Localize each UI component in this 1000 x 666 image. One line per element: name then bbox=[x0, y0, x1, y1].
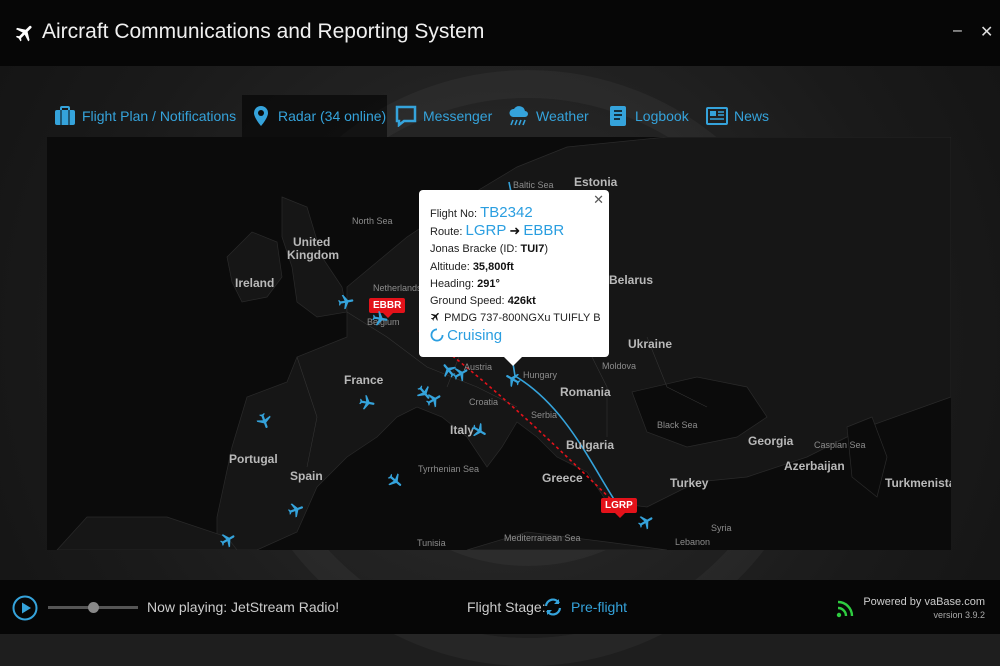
label-tunisia: Tunisia bbox=[417, 538, 446, 548]
label-romania: Romania bbox=[560, 385, 611, 399]
pilot-id: TUI7 bbox=[520, 243, 545, 255]
label-turkmenistan: Turkmenista bbox=[885, 476, 951, 490]
tab-label: Logbook bbox=[635, 108, 689, 124]
signal-icon bbox=[836, 600, 854, 618]
aircraft-icon[interactable] bbox=[637, 513, 655, 531]
aircraft-icon[interactable] bbox=[452, 365, 470, 383]
powered-by-text[interactable]: Powered by vaBase.com bbox=[863, 596, 985, 608]
label-north-sea: North Sea bbox=[352, 216, 393, 226]
volume-slider[interactable] bbox=[48, 602, 138, 613]
route-from: LGRP bbox=[465, 222, 507, 239]
route-label: Route: bbox=[430, 226, 463, 238]
label-estonia: Estonia bbox=[574, 175, 618, 189]
tab-label: Messenger bbox=[423, 108, 493, 124]
label-hungary: Hungary bbox=[523, 370, 558, 380]
aircraft-icon[interactable] bbox=[386, 472, 404, 490]
label-france: France bbox=[344, 373, 384, 387]
label-ireland: Ireland bbox=[235, 276, 275, 290]
arrow-right-icon: ➜ bbox=[509, 223, 521, 238]
newspaper-icon bbox=[706, 107, 728, 125]
aircraft-icon[interactable] bbox=[287, 501, 305, 519]
cloud-rain-icon bbox=[509, 106, 528, 126]
briefcase-icon bbox=[55, 106, 75, 125]
aircraft-icon[interactable] bbox=[337, 293, 355, 311]
pilot-id-close: ) bbox=[544, 243, 548, 255]
tab-radar[interactable]: Radar (34 online) bbox=[242, 95, 387, 137]
label-black-sea: Black Sea bbox=[657, 420, 698, 430]
aircraft-icon[interactable] bbox=[255, 412, 273, 430]
flight-stage-value: Pre-flight bbox=[571, 599, 628, 615]
tab-label: News bbox=[734, 108, 770, 124]
label-syria: Syria bbox=[711, 523, 732, 533]
status-bar: Now playing: JetStream Radio! Flight Sta… bbox=[0, 580, 1000, 634]
label-moldova: Moldova bbox=[602, 361, 637, 371]
aircraft-icon[interactable] bbox=[371, 310, 389, 328]
version-text: version 3.9.2 bbox=[933, 610, 985, 620]
heading-label: Heading: bbox=[430, 278, 475, 290]
label-croatia: Croatia bbox=[469, 397, 499, 407]
window-title: Aircraft Communications and Reporting Sy… bbox=[42, 20, 485, 43]
aircraft-icon[interactable] bbox=[470, 422, 488, 440]
airport-marker-origin[interactable]: LGRP bbox=[601, 498, 637, 518]
flight-no: TB2342 bbox=[480, 204, 533, 221]
flight-no-label: Flight No: bbox=[430, 208, 478, 220]
tab-label: Flight Plan / Notifications bbox=[82, 108, 237, 124]
volume-slider-knob[interactable] bbox=[88, 602, 99, 613]
label-bulgaria: Bulgaria bbox=[566, 438, 615, 452]
label-mediterranean-sea: Mediterranean Sea bbox=[504, 533, 581, 543]
heading-value: 291° bbox=[477, 278, 500, 290]
aircraft-type: PMDG 737-800NGXu TUIFLY B bbox=[444, 312, 601, 324]
label-serbia: Serbia bbox=[531, 410, 558, 420]
label-ukraine: Ukraine bbox=[628, 337, 673, 351]
refresh-icon bbox=[544, 598, 562, 616]
flight-status: Cruising bbox=[447, 327, 503, 344]
label-portugal: Portugal bbox=[229, 452, 278, 466]
label-uk-1: United bbox=[293, 235, 331, 249]
label-netherlands: Netherlands bbox=[373, 283, 422, 293]
ground-speed-value: 426kt bbox=[507, 295, 536, 307]
tab-bar: Flight Plan / Notifications Radar (34 on… bbox=[46, 95, 956, 137]
flight-stage-label: Flight Stage: bbox=[467, 599, 546, 615]
route-to: EBBR bbox=[523, 222, 565, 239]
loading-spinner-icon bbox=[430, 328, 444, 342]
tab-flight-plan[interactable]: Flight Plan / Notifications bbox=[54, 95, 236, 137]
map-pin-icon bbox=[254, 106, 268, 126]
now-playing-text: Now playing: JetStream Radio! bbox=[147, 599, 340, 615]
label-uk-2: Kingdom bbox=[287, 248, 339, 262]
tab-weather[interactable]: Weather bbox=[508, 95, 589, 137]
pilot-name: Jonas Bracke (ID: bbox=[430, 243, 521, 255]
label-tyrrhenian-sea: Tyrrhenian Sea bbox=[418, 464, 480, 474]
altitude-label: Altitude: bbox=[430, 261, 470, 273]
chat-bubble-icon bbox=[395, 105, 417, 127]
label-turkey: Turkey bbox=[670, 476, 709, 490]
label-baltic-sea: Baltic Sea bbox=[513, 180, 554, 190]
label-greece: Greece bbox=[542, 471, 583, 485]
aircraft-icon[interactable] bbox=[219, 531, 237, 549]
label-georgia: Georgia bbox=[748, 434, 794, 448]
flight-info-popup: ✕ Flight No: TB2342 Route: LGRP ➜ EBBR J… bbox=[419, 190, 609, 366]
label-spain: Spain bbox=[290, 469, 323, 483]
airplane-icon bbox=[15, 25, 32, 42]
tab-news[interactable]: News bbox=[706, 95, 769, 137]
airplane-icon bbox=[430, 312, 439, 321]
book-icon bbox=[610, 106, 626, 126]
tab-label: Radar (34 online) bbox=[278, 108, 387, 124]
label-lebanon: Lebanon bbox=[675, 537, 711, 547]
label-caspian-sea: Caspian Sea bbox=[814, 440, 866, 450]
altitude-value: 35,800ft bbox=[472, 261, 514, 273]
tab-messenger[interactable]: Messenger bbox=[395, 95, 492, 137]
label-belarus: Belarus bbox=[609, 273, 654, 287]
play-button[interactable] bbox=[12, 595, 38, 621]
tab-logbook[interactable]: Logbook bbox=[607, 95, 689, 137]
title-bar: Aircraft Communications and Reporting Sy… bbox=[0, 0, 1000, 66]
tab-label: Weather bbox=[536, 108, 589, 124]
close-button[interactable]: ✕ bbox=[980, 22, 993, 42]
label-azerbaijan: Azerbaijan bbox=[784, 459, 845, 473]
aircraft-icon[interactable] bbox=[358, 394, 376, 412]
aircraft-icon-selected[interactable] bbox=[504, 370, 522, 388]
aircraft-icon[interactable] bbox=[425, 391, 443, 409]
ground-speed-label: Ground Speed: bbox=[430, 295, 505, 307]
popup-close-button[interactable]: ✕ bbox=[593, 192, 604, 208]
minimize-button[interactable]: – bbox=[953, 22, 962, 40]
